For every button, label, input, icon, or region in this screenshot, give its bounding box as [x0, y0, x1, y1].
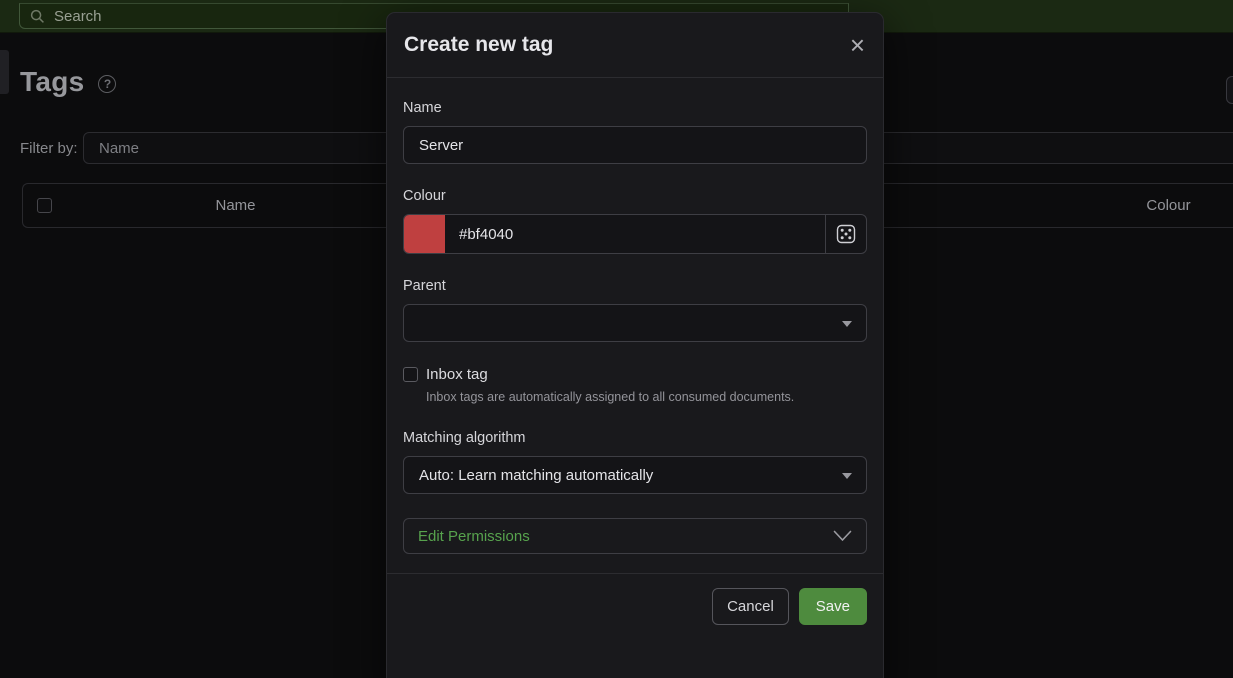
caret-down-icon	[842, 321, 852, 327]
column-header-colour[interactable]: Colour	[1101, 197, 1233, 214]
select-all-checkbox[interactable]	[37, 198, 52, 213]
parent-label: Parent	[403, 278, 867, 294]
edit-permissions-label: Edit Permissions	[418, 528, 833, 545]
colour-hex-input[interactable]	[445, 215, 825, 253]
name-field: Name	[403, 100, 867, 164]
chevron-down-icon	[833, 530, 852, 542]
name-input[interactable]	[403, 126, 867, 164]
matching-algorithm-select[interactable]: Auto: Learn matching automatically	[403, 456, 867, 494]
inbox-tag-field: Inbox tag Inbox tags are automatically a…	[403, 366, 867, 404]
matching-algorithm-value: Auto: Learn matching automatically	[419, 467, 653, 484]
inbox-tag-checkbox[interactable]	[403, 367, 418, 382]
parent-select[interactable]	[403, 304, 867, 342]
dialog-title: Create new tag	[404, 33, 850, 57]
colour-swatch	[404, 215, 445, 253]
close-button[interactable]: ×	[850, 32, 865, 58]
page-title: Tags	[20, 66, 84, 98]
matching-algorithm-label: Matching algorithm	[403, 430, 867, 446]
parent-field: Parent	[403, 278, 867, 342]
create-tag-dialog: Create new tag × Name Colour	[386, 12, 884, 678]
edit-permissions-accordion[interactable]: Edit Permissions	[403, 518, 867, 554]
name-label: Name	[403, 100, 867, 116]
dice-icon	[836, 224, 856, 244]
matching-algorithm-field: Matching algorithm Auto: Learn matching …	[403, 430, 867, 494]
colour-label: Colour	[403, 188, 867, 204]
offscreen-button-fragment	[1226, 76, 1233, 104]
random-colour-button[interactable]	[825, 215, 866, 253]
inbox-tag-label: Inbox tag	[426, 366, 488, 383]
colour-field: Colour	[403, 188, 867, 254]
save-button[interactable]: Save	[799, 588, 867, 625]
caret-down-icon	[842, 473, 852, 479]
search-icon	[30, 9, 45, 24]
cancel-button[interactable]: Cancel	[712, 588, 789, 625]
help-icon[interactable]: ?	[98, 75, 116, 93]
dialog-header: Create new tag ×	[387, 13, 883, 78]
dialog-footer: Cancel Save	[387, 573, 883, 639]
search-input[interactable]	[54, 8, 354, 25]
inbox-tag-hint: Inbox tags are automatically assigned to…	[426, 390, 867, 404]
sidebar-edge-fragment	[0, 50, 9, 94]
filter-by-label: Filter by:	[20, 140, 78, 157]
column-header-name[interactable]: Name	[73, 197, 398, 214]
